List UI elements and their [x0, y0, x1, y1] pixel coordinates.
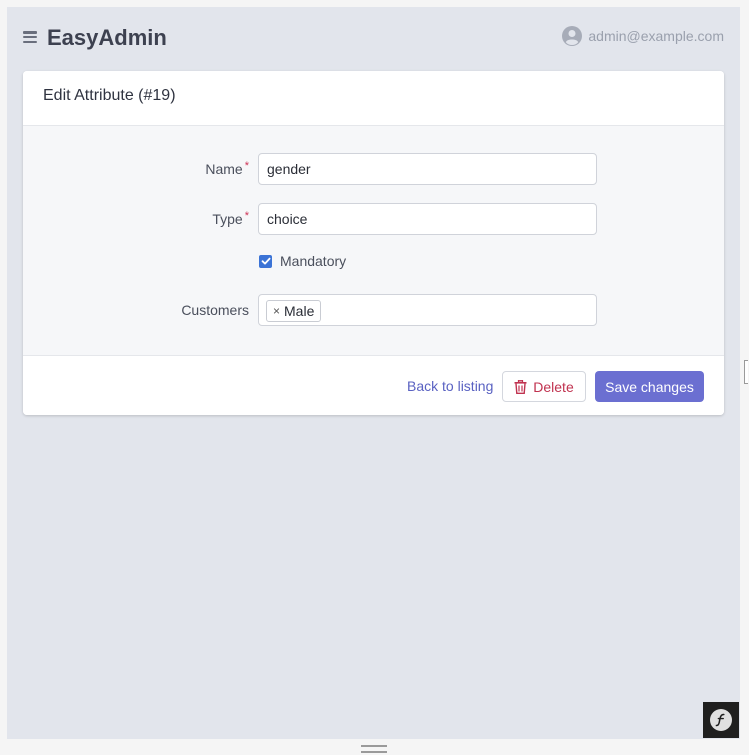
page-title: Edit Attribute (#19)	[23, 71, 724, 126]
mandatory-label[interactable]: Mandatory	[280, 253, 346, 269]
symfony-logo-icon	[710, 709, 732, 731]
customers-select[interactable]: × Male	[258, 294, 597, 326]
form-body: Name * gender Type * choice Mandatory Cust…	[23, 126, 724, 356]
save-changes-button[interactable]: Save changes	[595, 371, 704, 402]
form-actions: Back to listing Delete Save changes	[23, 356, 724, 415]
tag-male: × Male	[266, 300, 322, 322]
edit-card: Edit Attribute (#19) Name * gender Type * …	[23, 71, 724, 415]
check-icon	[261, 257, 270, 265]
name-row: Name * gender	[23, 153, 724, 185]
required-mark: *	[244, 210, 249, 222]
tag-remove-icon[interactable]: ×	[273, 301, 280, 321]
back-to-listing-link[interactable]: Back to listing	[407, 378, 493, 394]
user-menu[interactable]: admin@example.com	[562, 25, 724, 47]
hamburger-icon[interactable]	[23, 31, 37, 43]
customers-label: Customers	[181, 302, 249, 318]
scrollbar-handle[interactable]	[744, 360, 748, 384]
mandatory-checkbox[interactable]	[259, 254, 272, 268]
delete-button[interactable]: Delete	[502, 371, 586, 402]
type-row: Type * choice	[23, 203, 724, 235]
top-header: EasyAdmin admin@example.com	[7, 7, 740, 69]
customers-row: Customers × Male	[23, 294, 724, 326]
delete-label: Delete	[533, 378, 574, 395]
app-frame: EasyAdmin admin@example.com Edit Attribu…	[7, 7, 740, 739]
type-label: Type *	[212, 210, 249, 227]
mandatory-row: Mandatory	[259, 252, 346, 270]
type-input[interactable]: choice	[258, 203, 597, 235]
trash-icon	[514, 379, 527, 394]
user-email: admin@example.com	[588, 28, 724, 44]
symfony-toolbar-icon[interactable]	[703, 702, 739, 738]
name-label: Name *	[205, 160, 249, 177]
resize-grip[interactable]	[361, 745, 387, 753]
tag-label: Male	[284, 303, 315, 319]
user-avatar-icon	[562, 26, 583, 46]
required-mark: *	[244, 160, 249, 172]
name-input[interactable]: gender	[258, 153, 597, 185]
brand-logo[interactable]: EasyAdmin	[47, 25, 167, 51]
